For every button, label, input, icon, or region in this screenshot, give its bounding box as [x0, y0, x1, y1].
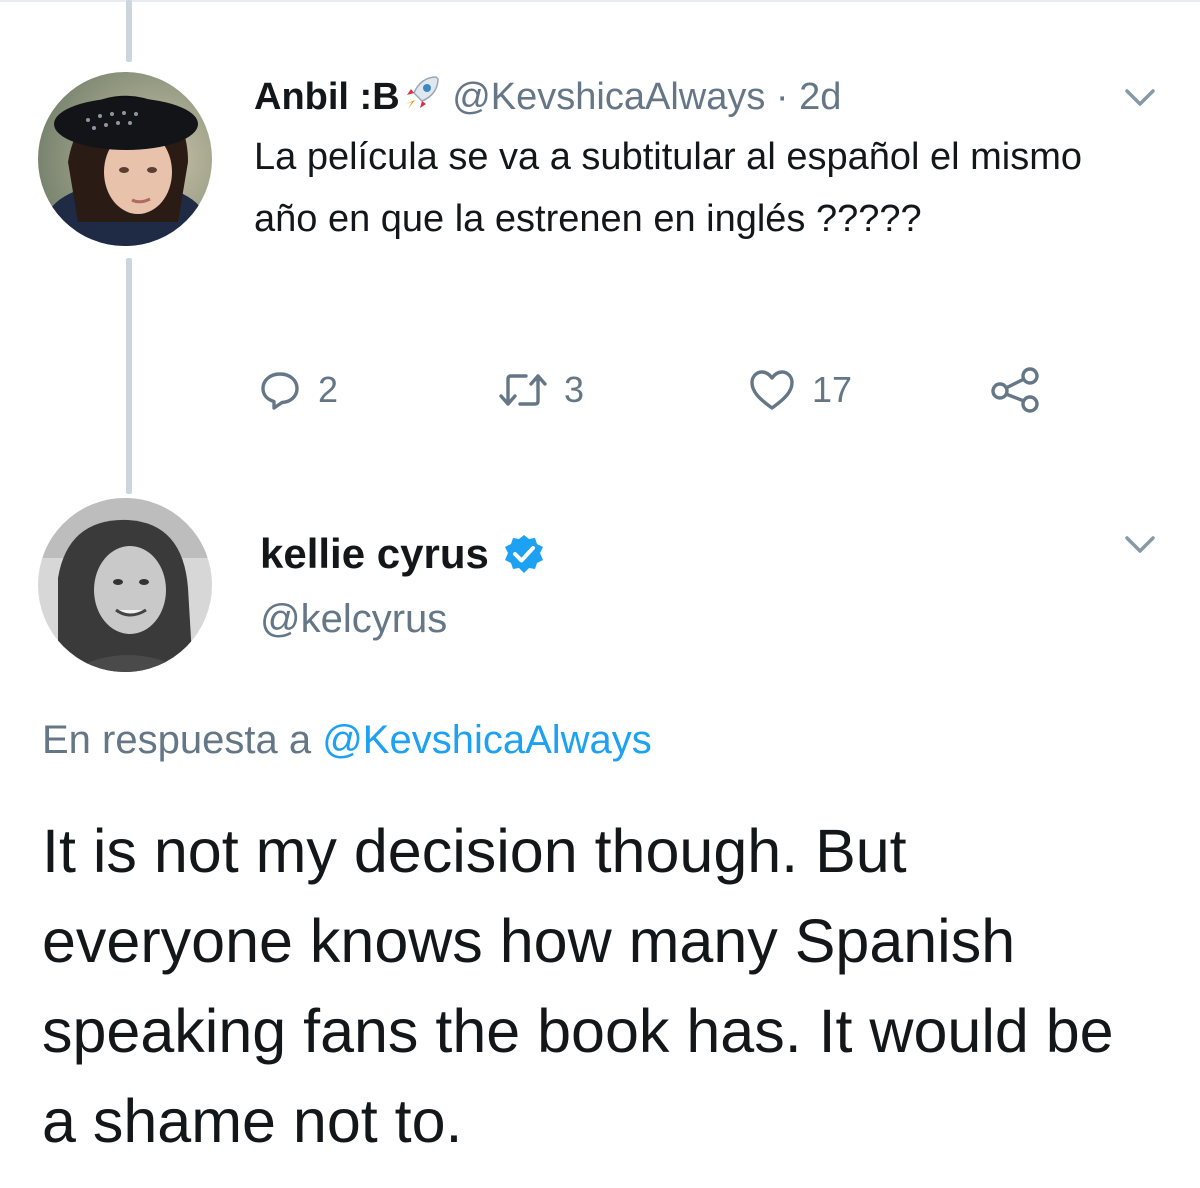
tweet-time[interactable]: 2d: [799, 76, 841, 118]
reply-mention-link[interactable]: @KevshicaAlways: [322, 718, 652, 762]
retweet-count: 3: [564, 369, 585, 410]
display-name[interactable]: kellie cyrus: [260, 524, 489, 584]
top-divider: [0, 0, 1200, 2]
rocket-icon: [402, 72, 442, 112]
like-button[interactable]: 17: [748, 358, 852, 422]
reply-icon: [261, 372, 299, 410]
heart-icon: [750, 370, 794, 410]
like-count: 17: [812, 369, 853, 410]
tweet-actions: 2 3 17: [254, 358, 1074, 422]
avatar-anbil[interactable]: [38, 72, 212, 246]
display-name-row: kellie cyrus: [260, 524, 545, 584]
reply-count: 2: [318, 369, 339, 410]
reply-button[interactable]: 2: [258, 358, 338, 422]
tweet-header: Anbil :B @KevshicaAlways · 2d: [254, 68, 1154, 126]
retweet-button[interactable]: 3: [498, 358, 584, 422]
user-handle[interactable]: @KevshicaAlways: [452, 76, 765, 118]
reply-tweet-text: It is not my decision though. But everyo…: [42, 817, 1114, 1155]
reply-context: En respuesta a @KevshicaAlways: [42, 718, 652, 763]
avatar-kellie[interactable]: [38, 498, 212, 672]
parent-tweet[interactable]: Anbil :B @KevshicaAlways · 2d La películ…: [254, 68, 1154, 250]
reply-prefix: En respuesta a: [42, 718, 312, 762]
chevron-down-icon[interactable]: [1123, 534, 1157, 556]
user-handle[interactable]: @kelcyrus: [260, 584, 545, 654]
thread-line-connector: [126, 258, 132, 494]
display-name[interactable]: Anbil :B: [254, 76, 400, 118]
share-icon: [991, 367, 1039, 413]
verified-badge-icon: [504, 535, 543, 573]
tweet-text: La película se va a subtitular al españo…: [254, 136, 1083, 240]
share-button[interactable]: [990, 358, 1042, 422]
chevron-down-icon[interactable]: [1123, 87, 1157, 109]
reply-tweet-header: kellie cyrus @kelcyrus: [260, 524, 545, 654]
retweet-icon: [499, 374, 547, 406]
separator-dot: ·: [775, 76, 789, 118]
thread-line-top: [126, 0, 132, 62]
